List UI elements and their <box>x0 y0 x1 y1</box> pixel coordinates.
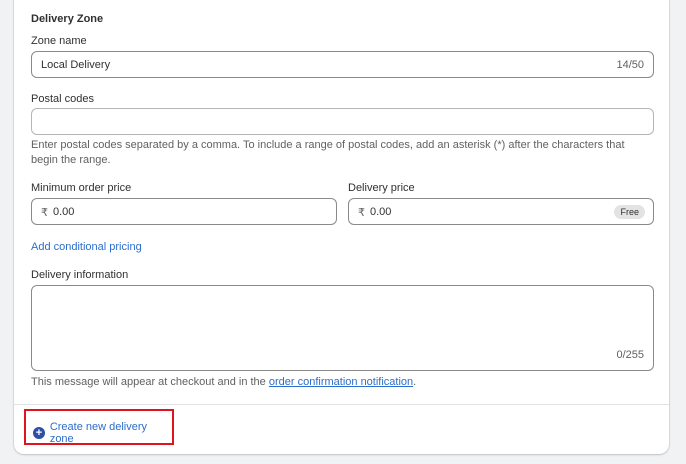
delivery-price-label: Delivery price <box>348 182 415 194</box>
zone-name-counter: 14/50 <box>616 59 644 71</box>
delivery-zone-card: Delivery Zone Zone name Local Delivery 1… <box>14 0 669 454</box>
min-order-price-value: 0.00 <box>53 206 75 218</box>
min-order-price-input[interactable]: ₹ 0.00 <box>31 198 337 225</box>
free-badge: Free <box>614 205 645 219</box>
postal-codes-help: Enter postal codes separated by a comma.… <box>31 139 625 166</box>
add-conditional-pricing-link[interactable]: Add conditional pricing <box>31 241 142 253</box>
zone-name-value: Local Delivery <box>41 59 111 71</box>
create-zone-highlight: + Create new delivery zone <box>24 409 174 445</box>
create-new-delivery-zone-button[interactable]: + Create new delivery zone <box>33 421 172 445</box>
section-title: Delivery Zone <box>31 13 104 25</box>
delivery-information-help-prefix: This message will appear at checkout and… <box>31 376 269 388</box>
card-divider <box>14 404 669 405</box>
delivery-price-input[interactable]: ₹ 0.00 Free <box>348 198 654 225</box>
delivery-price-value: 0.00 <box>370 206 392 218</box>
create-new-delivery-zone-label: Create new delivery zone <box>49 421 148 445</box>
postal-codes-input[interactable] <box>31 108 654 135</box>
delivery-information-textarea[interactable]: 0/255 <box>31 285 654 371</box>
delivery-information-help: This message will appear at checkout and… <box>31 375 416 390</box>
min-order-price-label: Minimum order price <box>31 182 132 194</box>
delivery-price-currency: ₹ <box>358 207 365 219</box>
postal-codes-label: Postal codes <box>31 93 94 105</box>
delivery-information-label: Delivery information <box>31 269 129 281</box>
delivery-information-counter: 0/255 <box>616 349 644 361</box>
order-confirmation-notification-link[interactable]: order confirmation notification <box>269 376 413 388</box>
plus-circle-icon: + <box>33 427 45 439</box>
min-order-currency: ₹ <box>41 207 48 219</box>
zone-name-input[interactable]: Local Delivery 14/50 <box>31 51 654 78</box>
delivery-information-help-suffix: . <box>413 376 417 388</box>
zone-name-label: Zone name <box>31 35 87 47</box>
